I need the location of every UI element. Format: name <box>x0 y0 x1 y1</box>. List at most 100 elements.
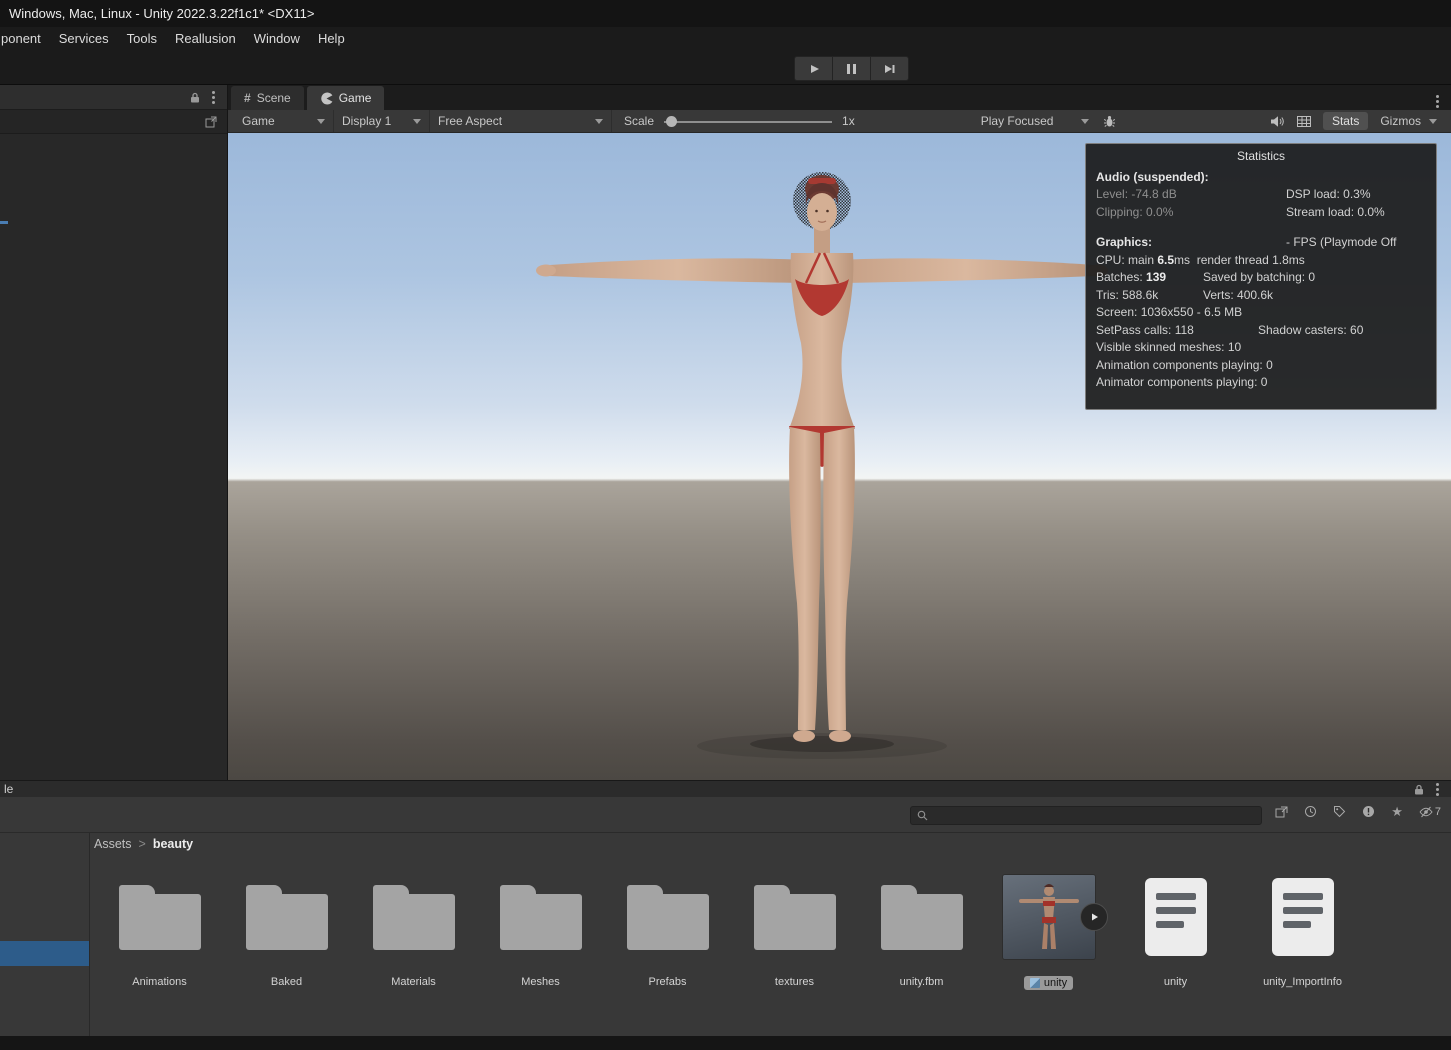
asset-file-unity[interactable]: unity <box>1112 858 1239 1030</box>
breadcrumb-separator: > <box>138 837 146 851</box>
step-button[interactable] <box>870 56 909 81</box>
lock-icon[interactable] <box>1414 784 1424 795</box>
tab-menu-icon[interactable] <box>1436 100 1439 103</box>
menu-window[interactable]: Window <box>254 31 300 46</box>
project-search[interactable] <box>910 806 1262 825</box>
step-icon <box>885 64 895 73</box>
play-button[interactable] <box>794 56 833 81</box>
asset-folder-animations[interactable]: Animations <box>96 858 223 1030</box>
menu-component[interactable]: ponent <box>1 31 41 46</box>
stats-verts: Verts: 400.6k <box>1203 287 1274 302</box>
import-warning-icon[interactable] <box>1362 805 1375 818</box>
asset-folder-prefabs[interactable]: Prefabs <box>604 858 731 1030</box>
asset-folder-baked[interactable]: Baked <box>223 858 350 1030</box>
slider-track[interactable] <box>664 120 833 123</box>
scale-slider[interactable] <box>664 110 833 133</box>
asset-label: Baked <box>270 976 303 988</box>
slider-knob[interactable] <box>666 115 678 127</box>
breadcrumb-assets[interactable]: Assets <box>94 837 132 851</box>
menu-bar: ponent Services Tools Reallusion Window … <box>0 27 1451 50</box>
stats-dsp-load: DSP load: 0.3% <box>1286 187 1371 201</box>
game-viewport[interactable]: Statistics Audio (suspended): Level: -74… <box>228 133 1451 780</box>
scene-tab-label: Scene <box>256 91 291 105</box>
aspect-label: Free Aspect <box>438 114 503 128</box>
folder-icon <box>753 885 836 950</box>
stats-clipping: Clipping: 0.0% <box>1096 204 1174 219</box>
game-tab-icon <box>320 92 333 104</box>
stats-tris: Tris: 588.6k <box>1096 287 1159 302</box>
save-search-star-icon[interactable]: ★ <box>1391 805 1403 818</box>
panel-menu-icon[interactable] <box>212 95 215 99</box>
pop-out-icon[interactable] <box>205 116 217 128</box>
stats-toggle-button[interactable]: Stats <box>1322 112 1369 130</box>
tab-scene[interactable]: # Scene <box>231 86 304 110</box>
hidden-packages-toggle[interactable]: 7 <box>1419 806 1441 818</box>
aspect-ratio-dropdown[interactable]: Free Aspect <box>430 110 612 132</box>
game-view-toolbar: Game Display 1 Free Aspect Scale 1x Play… <box>228 110 1451 133</box>
menu-services[interactable]: Services <box>59 31 109 46</box>
menu-reallusion[interactable]: Reallusion <box>175 31 236 46</box>
play-focused-dropdown[interactable]: Play Focused <box>973 110 1097 132</box>
hierarchy-panel <box>0 85 228 780</box>
vsync-grid-icon[interactable] <box>1296 115 1311 127</box>
tab-game[interactable]: Game <box>306 86 385 110</box>
pause-button[interactable] <box>832 56 871 81</box>
open-in-search-icon[interactable] <box>1275 805 1288 818</box>
asset-folder-materials[interactable]: Materials <box>350 858 477 1030</box>
mute-audio-icon[interactable] <box>1270 115 1285 128</box>
play-icon <box>810 64 819 73</box>
view-tab-bar: # Scene Game <box>228 85 1451 110</box>
hierarchy-selection-marker[interactable] <box>0 221 8 224</box>
stats-title: Statistics <box>1236 149 1285 163</box>
file-icon <box>1144 878 1207 956</box>
stats-stream-load: Stream load: 0.0% <box>1286 204 1385 219</box>
display-dropdown[interactable]: Display 1 <box>334 110 430 132</box>
project-folder-tree <box>0 833 90 1036</box>
menu-tools[interactable]: Tools <box>127 31 157 46</box>
stats-audio-level: Level: -74.8 dB <box>1096 187 1177 201</box>
console-tab-label[interactable]: le <box>4 782 13 796</box>
stats-setpass: SetPass calls: 118 <box>1096 322 1194 337</box>
folder-icon <box>245 885 328 950</box>
preview-play-button[interactable] <box>1079 903 1108 931</box>
stats-animation-playing: Animation components playing: 0 <box>1096 357 1273 372</box>
unity-editor-window: Windows, Mac, Linux - Unity 2022.3.22f1c… <box>0 0 1451 1050</box>
render-target-dropdown[interactable]: Game <box>234 110 334 132</box>
asset-folder-unity-fbm[interactable]: unity.fbm <box>858 858 985 1030</box>
search-input[interactable] <box>933 807 1255 824</box>
prefab-cube-icon <box>1029 978 1040 988</box>
import-activity-icon[interactable] <box>1304 805 1317 818</box>
lock-icon[interactable] <box>190 92 200 103</box>
folder-icon <box>372 885 455 950</box>
stats-audio-header: Audio (suspended): <box>1096 169 1209 184</box>
folder-icon <box>626 885 709 950</box>
stats-batches: Batches: 139 <box>1096 270 1167 284</box>
asset-folder-meshes[interactable]: Meshes <box>477 858 604 1030</box>
project-toolbar: ★ 7 <box>0 797 1451 833</box>
asset-label: unity <box>1043 977 1068 989</box>
asset-folder-textures[interactable]: textures <box>731 858 858 1030</box>
asset-file-unity-importinfo[interactable]: unity_ImportInfo <box>1239 858 1366 1030</box>
stats-graphics-header: Graphics: <box>1096 235 1153 249</box>
asset-label: textures <box>774 976 815 988</box>
label-tag-icon[interactable] <box>1333 805 1346 818</box>
frame-debugger-icon[interactable] <box>1103 115 1116 128</box>
panel-menu-icon[interactable] <box>1436 787 1439 791</box>
window-footer <box>0 1036 1451 1050</box>
render-target-label: Game <box>242 114 275 128</box>
file-icon <box>1271 878 1334 956</box>
asset-label: Materials <box>391 976 436 988</box>
stats-screen: Screen: 1036x550 - 6.5 MB <box>1096 305 1243 319</box>
asset-prefab-unity[interactable]: unity <box>985 858 1112 1030</box>
gizmos-dropdown[interactable]: Gizmos <box>1372 110 1445 132</box>
stats-shadow-casters: Shadow casters: 60 <box>1258 322 1364 337</box>
main-toolbar <box>0 50 1451 85</box>
search-icon <box>917 810 928 821</box>
hierarchy-header <box>0 85 227 110</box>
menu-help[interactable]: Help <box>318 31 345 46</box>
gizmos-label: Gizmos <box>1380 114 1421 128</box>
selected-asset-label: unity <box>1023 976 1074 990</box>
breadcrumb-current[interactable]: beauty <box>153 837 193 851</box>
selected-folder-row[interactable] <box>0 941 89 966</box>
asset-label: unity_ImportInfo <box>1263 976 1342 988</box>
